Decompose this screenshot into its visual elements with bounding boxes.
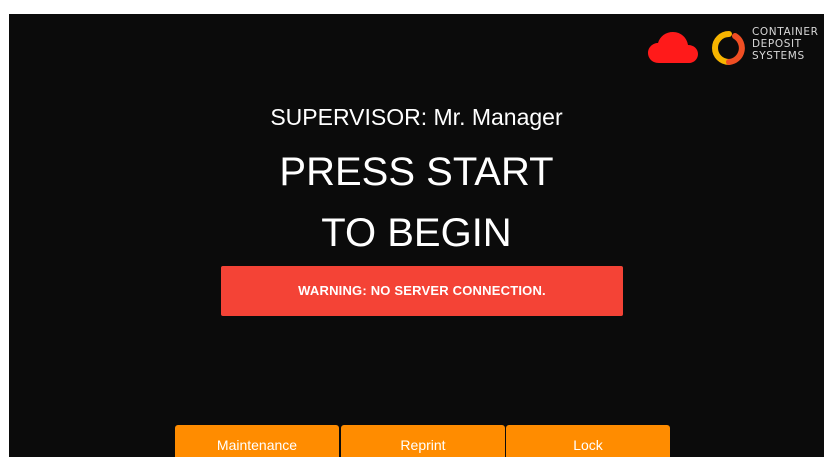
lock-button[interactable]: Lock bbox=[506, 425, 670, 457]
logo-line-2: DEPOSIT bbox=[752, 38, 802, 50]
company-logo: CONTAINER DEPOSIT SYSTEMS bbox=[709, 26, 824, 70]
logo-line-3: SYSTEMS bbox=[752, 50, 805, 62]
prompt-line-2: TO BEGIN bbox=[321, 211, 512, 255]
warning-banner: WARNING: NO SERVER CONNECTION. bbox=[221, 266, 623, 316]
maintenance-button[interactable]: Maintenance bbox=[175, 425, 339, 457]
logo-line-1: CONTAINER bbox=[752, 26, 819, 38]
supervisor-label: SUPERVISOR: Mr. Manager bbox=[270, 104, 563, 130]
cloud-icon bbox=[648, 32, 698, 63]
reprint-button[interactable]: Reprint bbox=[341, 425, 505, 457]
logo-mark-icon bbox=[712, 31, 745, 65]
logo-text: CONTAINER DEPOSIT SYSTEMS bbox=[752, 26, 824, 62]
kiosk-screen: CONTAINER DEPOSIT SYSTEMS SUPERVISOR: Mr… bbox=[9, 14, 824, 457]
prompt-line-1: PRESS START bbox=[279, 150, 554, 194]
